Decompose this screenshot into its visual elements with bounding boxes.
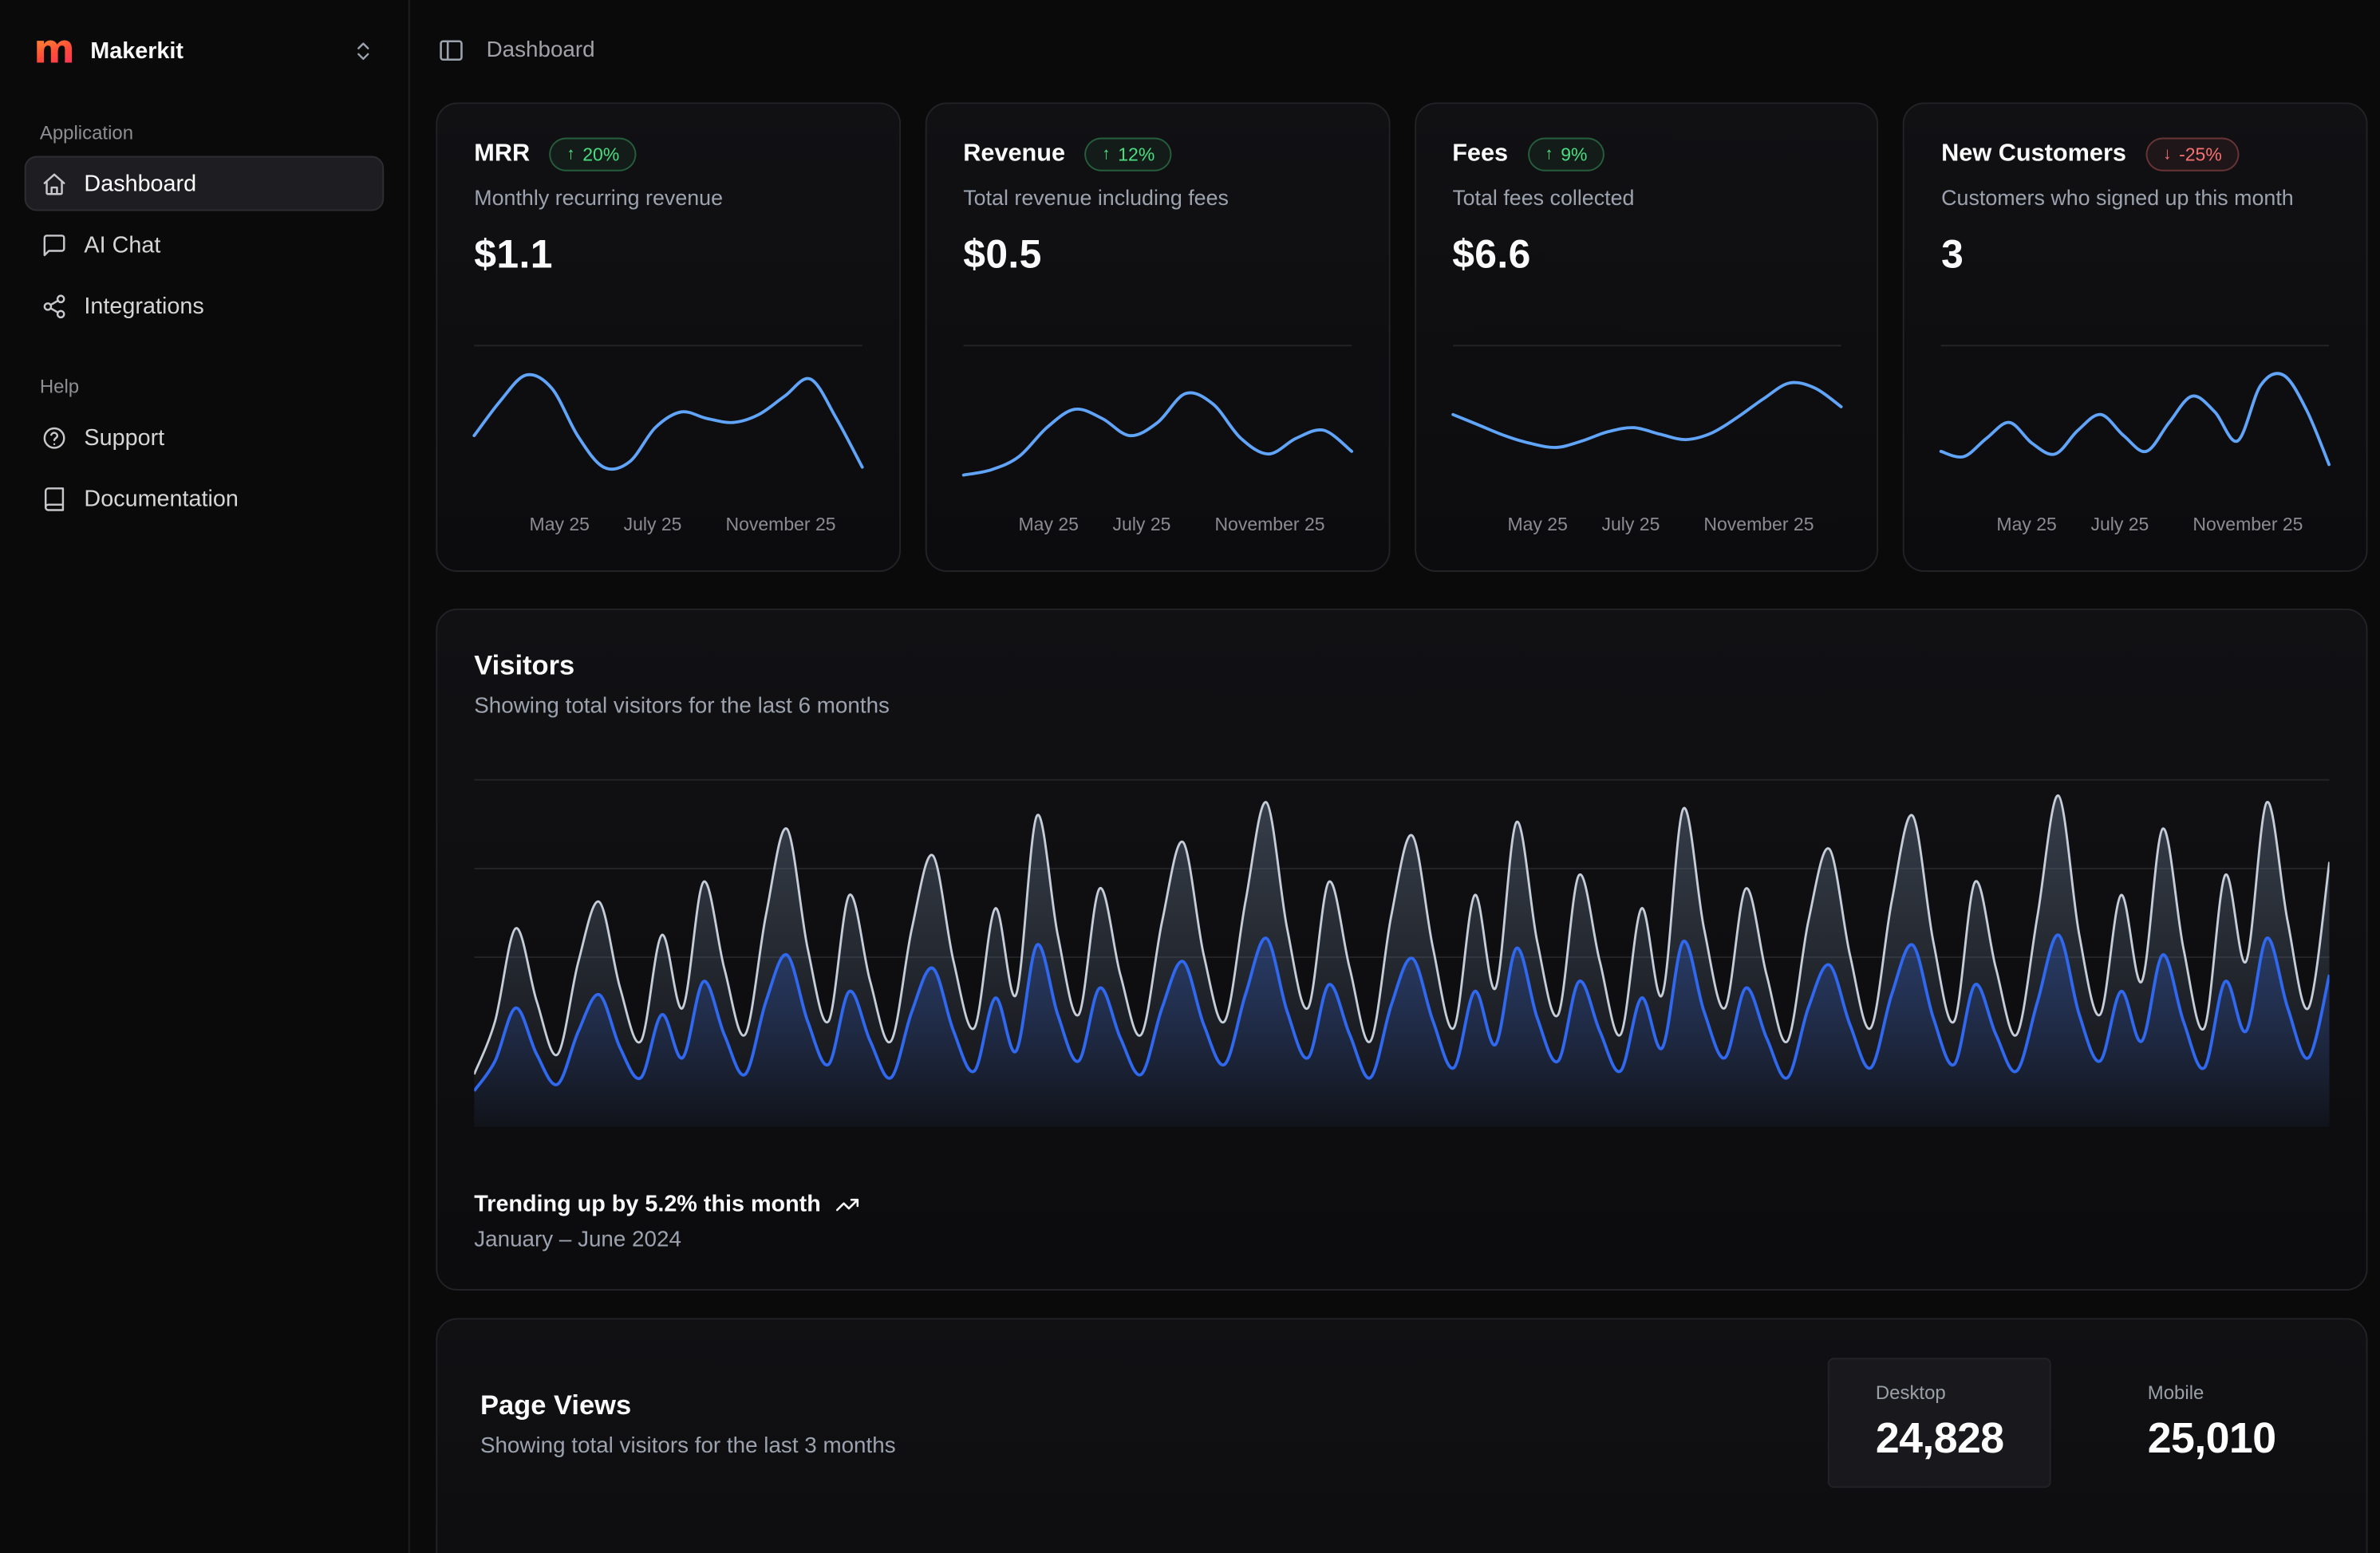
share-icon xyxy=(41,293,68,319)
sidebar-item-dashboard[interactable]: Dashboard xyxy=(25,156,384,211)
sidebar: m Makerkit Application Dashboard AI Chat xyxy=(0,0,410,1553)
sidebar-toggle-button[interactable] xyxy=(437,37,465,65)
section-label: Application xyxy=(40,122,369,144)
stat-label: Mobile xyxy=(2148,1382,2276,1404)
visitors-title: Visitors xyxy=(474,650,2329,682)
trend-arrow-icon: ↑ xyxy=(1545,146,1553,163)
stat-title: MRR xyxy=(474,140,530,168)
x-tick-label: May 25 xyxy=(1507,514,1567,535)
main-area: Dashboard MRR ↑ 20% Monthly recurring rev… xyxy=(410,0,2380,1553)
section-label: Help xyxy=(40,376,369,398)
page-views-card: Page Views Showing total visitors for th… xyxy=(436,1318,2367,1553)
visitors-footer: Trending up by 5.2% this month January –… xyxy=(474,1191,2329,1252)
sidebar-item-ai-chat[interactable]: AI Chat xyxy=(25,217,384,272)
x-tick-label: July 25 xyxy=(1113,514,1171,535)
x-tick-label: November 25 xyxy=(725,514,835,535)
badge-value: 12% xyxy=(1118,143,1154,166)
x-tick-label: May 25 xyxy=(1018,514,1078,535)
sidebar-item-support[interactable]: Support xyxy=(25,410,384,465)
topbar: Dashboard xyxy=(410,0,2380,101)
badge-value: -25% xyxy=(2179,143,2222,166)
home-icon xyxy=(41,171,68,197)
sparkline-x-labels: May 25 July 25 November 25 xyxy=(474,514,862,537)
stat-card-revenue: Revenue ↑ 12% Total revenue including fee… xyxy=(925,102,1389,572)
trend-badge: ↑ 12% xyxy=(1085,138,1171,171)
panel-left-icon xyxy=(437,37,465,65)
workspace-selector[interactable]: m Makerkit xyxy=(25,22,384,80)
sidebar-item-label: Support xyxy=(84,424,164,451)
badge-value: 9% xyxy=(1561,143,1587,166)
x-tick-label: July 25 xyxy=(2090,514,2149,535)
book-icon xyxy=(41,486,68,512)
sparkline-chart xyxy=(1452,344,1840,500)
trending-up-icon xyxy=(835,1192,859,1216)
sidebar-item-label: Documentation xyxy=(84,486,238,512)
help-circle-icon xyxy=(41,424,68,451)
page-views-title: Page Views xyxy=(480,1390,896,1422)
trend-arrow-icon: ↑ xyxy=(1102,146,1111,163)
sparkline-x-labels: May 25 July 25 November 25 xyxy=(1941,514,2329,537)
sparkline-x-labels: May 25 July 25 November 25 xyxy=(963,514,1351,537)
x-tick-label: November 25 xyxy=(1214,514,1324,535)
chevrons-up-down-icon xyxy=(352,39,375,62)
stat-card-mrr: MRR ↑20% Monthly recurring revenue $1.1 … xyxy=(436,102,900,572)
stat-value: $1.1 xyxy=(474,231,862,278)
sidebar-section-application: Application Dashboard AI Chat Integratio… xyxy=(25,122,384,333)
trend-arrow-icon: ↓ xyxy=(2163,146,2172,163)
visitors-subtitle: Showing total visitors for the last 6 mo… xyxy=(474,694,2329,719)
stat-value: 24,828 xyxy=(1876,1414,2004,1463)
page-views-subtitle: Showing total visitors for the last 3 mo… xyxy=(480,1434,896,1459)
sidebar-item-integrations[interactable]: Integrations xyxy=(25,278,384,333)
x-tick-label: November 25 xyxy=(1703,514,1814,535)
stat-subtitle: Customers who signed up this month xyxy=(1941,185,2329,210)
x-tick-label: July 25 xyxy=(624,514,682,535)
x-tick-label: July 25 xyxy=(1601,514,1660,535)
stat-title: Fees xyxy=(1452,140,1508,168)
stat-title: Revenue xyxy=(963,140,1065,168)
mobile-stat-toggle[interactable]: Mobile 25,010 xyxy=(2100,1358,2323,1488)
sparkline-chart xyxy=(474,344,862,500)
trend-arrow-icon: ↑ xyxy=(566,146,575,163)
app-root: m Makerkit Application Dashboard AI Chat xyxy=(0,0,2380,1553)
brand-name: Makerkit xyxy=(90,37,184,64)
stat-label: Desktop xyxy=(1876,1382,2004,1404)
badge-value: 20% xyxy=(582,143,619,166)
breadcrumb: Dashboard xyxy=(487,38,595,63)
x-tick-label: November 25 xyxy=(2193,514,2303,535)
dashboard-content: MRR ↑20% Monthly recurring revenue $1.1 … xyxy=(410,101,2380,1553)
makerkit-logo: m xyxy=(34,30,75,70)
sidebar-item-label: Integrations xyxy=(84,293,203,319)
sidebar-item-label: AI Chat xyxy=(84,231,160,258)
page-views-toggles: Desktop 24,828 Mobile 25,010 xyxy=(1828,1319,2366,1488)
stat-value: $6.6 xyxy=(1452,231,1840,278)
stat-subtitle: Total fees collected xyxy=(1452,185,1840,210)
stat-card-new-customers: New Customers ↓ -25% Customers who signed… xyxy=(1903,102,2367,572)
stat-title: New Customers xyxy=(1941,140,2126,168)
stat-value: 25,010 xyxy=(2148,1414,2276,1463)
trend-badge: ↑ 9% xyxy=(1528,138,1604,171)
stat-subtitle: Monthly recurring revenue xyxy=(474,185,862,210)
stat-subtitle: Total revenue including fees xyxy=(963,185,1351,210)
sparkline-x-labels: May 25 July 25 November 25 xyxy=(1452,514,1840,537)
stat-cards-row: MRR ↑20% Monthly recurring revenue $1.1 … xyxy=(436,102,2367,572)
stat-card-fees: Fees ↑ 9% Total fees collected $6.6 May 2… xyxy=(1414,102,1878,572)
trend-text: Trending up by 5.2% this month xyxy=(474,1191,821,1217)
stat-value: $0.5 xyxy=(963,231,1351,278)
visitors-card: Visitors Showing total visitors for the … xyxy=(436,609,2367,1291)
x-tick-label: May 25 xyxy=(530,514,590,535)
visitors-area-chart xyxy=(474,771,2329,1127)
stat-value: 3 xyxy=(1941,231,2329,278)
sidebar-section-help: Help Support Documentation xyxy=(25,376,384,526)
date-range-text: January – June 2024 xyxy=(474,1228,2329,1252)
sparkline-chart xyxy=(1941,344,2329,500)
sparkline-chart xyxy=(963,344,1351,500)
x-tick-label: May 25 xyxy=(1996,514,2056,535)
chat-icon xyxy=(41,231,68,258)
trend-badge: ↓ -25% xyxy=(2146,138,2239,171)
sidebar-item-label: Dashboard xyxy=(84,171,196,197)
desktop-stat-toggle[interactable]: Desktop 24,828 xyxy=(1828,1358,2051,1488)
trend-badge: ↑ 20% xyxy=(550,138,636,171)
sidebar-item-documentation[interactable]: Documentation xyxy=(25,471,384,526)
